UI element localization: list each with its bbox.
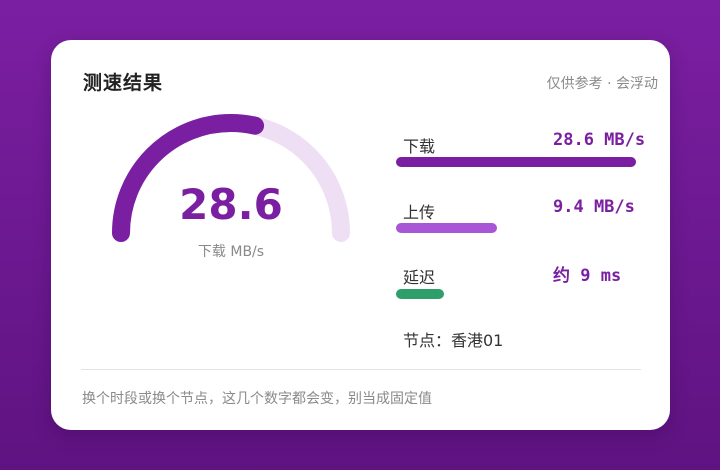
download-label: 下载 [403,137,436,156]
footnote: 换个时段或换个节点，这几个数字都会变，别当成固定值 [82,391,432,407]
latency-value: 约 9 ms [553,266,622,286]
upload-value: 9.4 MB/s [553,197,635,217]
upload-bar [396,223,497,233]
node-info: 节点：香港01 [403,331,504,350]
card-subtitle: 仅供参考 · 会浮动 [546,76,658,92]
divider [81,369,641,370]
card-title: 测速结果 [83,72,164,94]
speed-result-card: 测速结果 仅供参考 · 会浮动 28.6 下载 MB/s 下载 28.6 MB/… [51,40,670,430]
download-bar [396,157,636,167]
latency-bar [396,289,444,299]
upload-label: 上传 [403,203,436,222]
gauge-value: 28.6 [179,180,283,229]
download-value: 28.6 MB/s [553,130,646,150]
latency-label: 延迟 [403,268,436,287]
gauge-unit-label: 下载 MB/s [197,244,265,260]
